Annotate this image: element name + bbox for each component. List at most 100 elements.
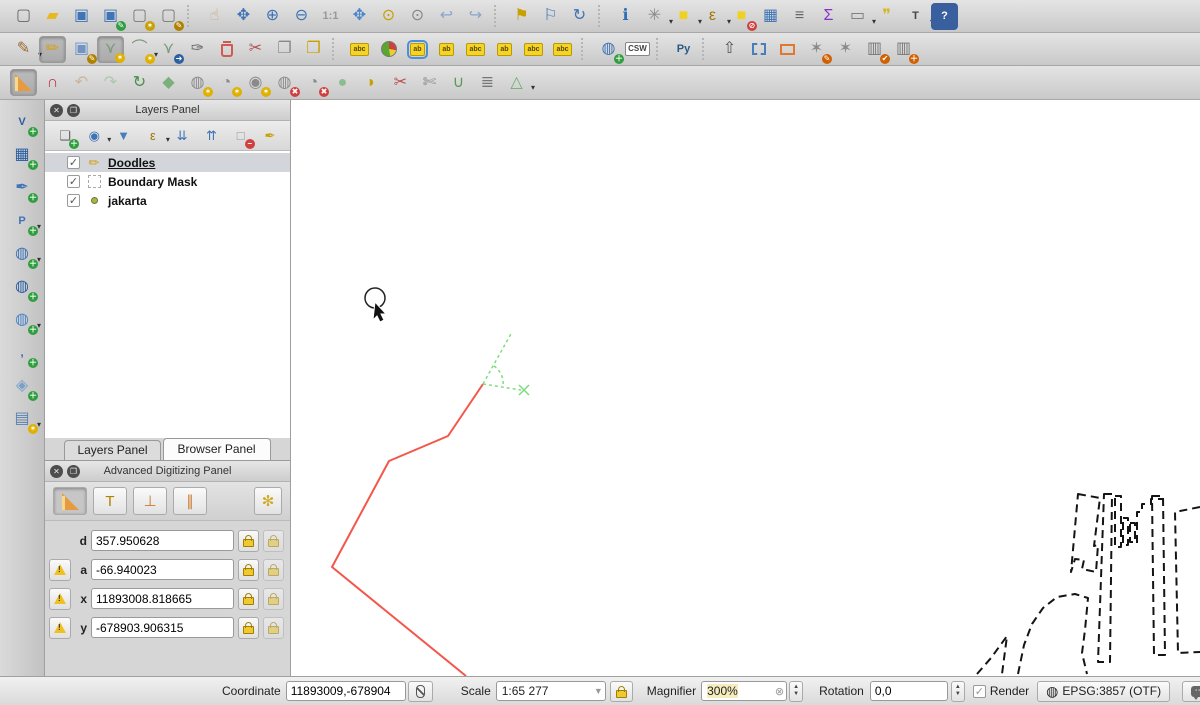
save-project-as-button[interactable]: ▣✎ [97,3,124,30]
add-postgis-layer-dropdown-icon[interactable]: ▾ [37,222,41,231]
save-layer-edits-button[interactable]: ▣✎ [68,36,95,63]
clear-icon[interactable]: ⊗ [775,685,784,698]
layer-diagram-options-button[interactable] [375,36,402,63]
layer-labeling-options-button[interactable]: abc [346,36,373,63]
offline-editing-sync-button[interactable]: ▥✔ [861,36,888,63]
select-features-button[interactable]: ■▾ [670,3,697,30]
web-service-plugin-button[interactable]: ◍＋ [595,36,622,63]
layer-visibility-checkbox[interactable]: ✓ [67,156,80,169]
change-label-button[interactable]: abc [549,36,576,63]
offset-curve-button[interactable]: ◗ [358,69,385,96]
add-raster-layer-button[interactable]: ▦＋ [8,141,36,169]
text-annotation-button[interactable]: T▾ [902,3,929,30]
save-project-button[interactable]: ▣ [68,3,95,30]
rotate-label-button[interactable]: abc [520,36,547,63]
measure-button[interactable]: ▭▾ [844,3,871,30]
mouse-tracking-button[interactable] [408,681,433,702]
layer-row-jakarta[interactable]: ✓jakarta [45,191,290,210]
rotation-input[interactable] [870,681,948,701]
move-feature-button[interactable]: ⋎➜ [155,36,182,63]
add-delimited-text-layer-button[interactable]: ,＋ [8,339,36,367]
zoom-in-button[interactable]: ⊕ [259,3,286,30]
d-lock-button[interactable] [238,530,259,552]
layer-visibility-checkbox[interactable]: ✓ [67,194,80,207]
layer-row-boundary-mask[interactable]: ✓Boundary Mask [45,172,290,191]
add-spatialite-layer-button[interactable]: ✒＋ [8,174,36,202]
merge-features-button[interactable]: ∪ [445,69,472,96]
split-parts-button[interactable]: ✄ [416,69,443,96]
magic-wand-button[interactable]: ✶ [832,36,859,63]
pan-to-selection-button[interactable]: ✥ [230,3,257,30]
dock-tab-layers-panel[interactable]: Layers Panel [64,440,160,460]
node-tool-button[interactable]: ✑ [184,36,211,63]
add-db-layer-button[interactable]: ◍＋▾ [8,240,36,268]
deselect-all-button[interactable]: ■⊘ [728,3,755,30]
x-value-input[interactable] [91,588,234,609]
layer-visibility-checkbox[interactable]: ✓ [67,175,80,188]
y-lock-repeat-button[interactable] [263,617,284,639]
show-hide-labels-button[interactable]: abc [462,36,489,63]
zoom-last-button[interactable]: ↩ [433,3,460,30]
statistical-summary-button[interactable]: ≡ [786,3,813,30]
highlight-pinned-labels-button[interactable]: ab [433,36,460,63]
expand-all-button[interactable]: ⇊ [170,124,194,148]
current-edits-button[interactable]: ✎▾ [10,36,37,63]
add-db-layer-dropdown-icon[interactable]: ▾ [37,255,41,264]
x-warning-button[interactable] [49,588,71,610]
add-wms-layer-button[interactable]: ◍＋ [8,273,36,301]
composer-manager-button[interactable]: ▢✎ [155,3,182,30]
add-ring-button[interactable]: ◍✶ [184,69,211,96]
zoom-native-button[interactable]: 1:1 [317,3,344,30]
undo-button[interactable]: ↶ [68,69,95,96]
move-label-button[interactable]: ab [491,36,518,63]
identify-features-button[interactable]: ℹ [612,3,639,30]
split-features-button[interactable]: ✂ [387,69,414,96]
select-by-expression-button[interactable]: ε▾ [699,3,726,30]
reshape-features-button[interactable]: ● [329,69,356,96]
offline-editing-convert-button[interactable]: ▥＋ [890,36,917,63]
scale-combo[interactable]: 1:65 277 ▼ [496,681,606,701]
toggle-editing-button[interactable]: ✏ [39,36,66,63]
construction-mode-button[interactable]: T [93,487,127,515]
layer-row-doodles[interactable]: ✓✏Doodles [45,153,290,172]
add-circular-string-button[interactable]: ⌒✶▾ [126,36,153,63]
y-value-input[interactable] [91,617,234,638]
simplify-feature-button[interactable]: ◆ [155,69,182,96]
coordinate-input[interactable] [286,681,406,701]
rotate-point-symbols-button[interactable]: △▾ [503,69,530,96]
paste-features-button[interactable]: ❒ [300,36,327,63]
add-postgis-layer-button[interactable]: P＋▾ [8,207,36,235]
merge-feature-attributes-button[interactable]: ≣ [474,69,501,96]
metasearch-csw-button[interactable]: CSW [624,36,651,63]
add-wfs-layer-button[interactable]: ◍＋▾ [8,306,36,334]
add-part-button[interactable]: ◔✶ [213,69,240,96]
snapping-options-button[interactable]: ∩ [39,69,66,96]
pin-unpin-labels-button[interactable]: ab [404,36,431,63]
add-feature-button[interactable]: ⋎✶ [97,36,124,63]
zoom-to-selection-button[interactable]: ⊙ [404,3,431,30]
add-vector-layer-button[interactable]: V＋ [8,108,36,136]
copy-features-button[interactable]: ❐ [271,36,298,63]
crs-status-button[interactable]: ◍ EPSG:3857 (OTF) [1037,681,1170,702]
show-statistics-sum-button[interactable]: Σ [815,3,842,30]
a-lock-button[interactable] [238,559,259,581]
dock-tab-browser-panel[interactable]: Browser Panel [163,438,271,460]
messages-button[interactable]: ⋯ [1182,681,1200,702]
y-warning-button[interactable] [49,617,71,639]
enable-advanced-digitizing-button[interactable] [10,69,37,96]
collapse-all-button[interactable]: ⇈ [199,124,223,148]
x-lock-repeat-button[interactable] [263,588,284,610]
north-arrow-plugin-button[interactable]: ⇧ [716,36,743,63]
new-print-composer-button[interactable]: ▢✶ [126,3,153,30]
map-canvas[interactable] [291,100,1200,676]
new-shapefile-layer-button[interactable]: ◈＋ [8,372,36,400]
add-group-button[interactable]: ❏＋ [53,124,77,148]
rotate-point-symbols-dropdown-icon[interactable]: ▾ [531,83,535,92]
fill-ring-button[interactable]: ◉✶ [242,69,269,96]
new-bookmark-button[interactable]: ⚑ [508,3,535,30]
python-console-button[interactable]: Py [670,36,697,63]
refresh-map-button[interactable]: ↻ [566,3,593,30]
open-attribute-table-button[interactable]: ▦ [757,3,784,30]
scale-lock-button[interactable] [610,681,633,702]
rotation-spinner[interactable]: ▲▼ [951,681,965,702]
